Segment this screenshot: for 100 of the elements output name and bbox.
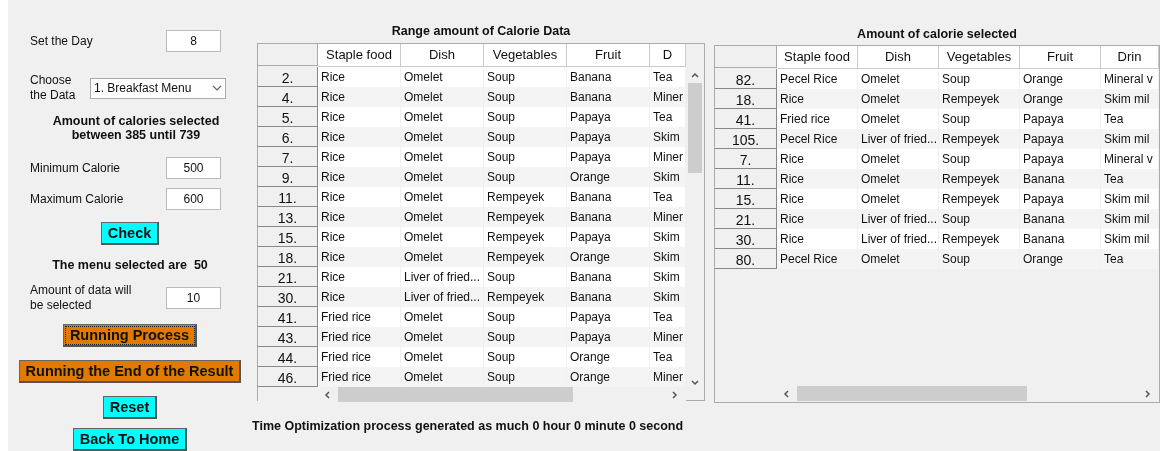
scroll-thumb[interactable] — [797, 386, 1027, 401]
table-cell: Rice — [318, 287, 401, 307]
table-cell: Banana — [567, 267, 650, 287]
table-cell: Rice — [318, 187, 401, 207]
table-cell: Omelet — [858, 169, 939, 189]
reset-button[interactable]: Reset — [102, 396, 158, 419]
run-process-button[interactable]: Running Process — [62, 324, 198, 347]
column-header[interactable]: Staple food — [318, 44, 401, 67]
table-title: Range amount of Calorie Data — [390, 24, 572, 38]
scroll-right-icon[interactable] — [670, 389, 680, 400]
table-cell: Tea — [650, 187, 686, 207]
scroll-left-icon[interactable] — [781, 388, 791, 399]
table-cell: Omelet — [858, 109, 939, 129]
number-field[interactable]: 500 — [166, 157, 221, 179]
number-field[interactable]: 8 — [166, 30, 221, 52]
table-cell: Orange — [567, 247, 650, 267]
table-cell: Omelet — [401, 127, 484, 147]
column-header[interactable]: Dish — [858, 46, 939, 69]
table-cell: Rempeyek — [484, 287, 567, 307]
scroll-thumb[interactable] — [688, 83, 702, 173]
table-cell: Soup — [484, 347, 567, 367]
table-cell: Rice — [318, 87, 401, 107]
table-cell: Papaya — [567, 227, 650, 247]
table-cell: Skim mil — [1101, 209, 1159, 229]
row-number: 21. — [715, 209, 777, 229]
table-cell: Papaya — [1020, 109, 1101, 129]
table-cell: Banana — [567, 87, 650, 107]
table-cell: Banana — [567, 287, 650, 307]
table-cell: Soup — [484, 167, 567, 187]
row-number: 6. — [258, 127, 318, 147]
column-header[interactable]: Dish — [401, 44, 484, 67]
run-result-button[interactable]: Running the End of the Result — [18, 360, 242, 383]
table-cell: Omelet — [401, 67, 484, 87]
scroll-right-icon[interactable] — [1143, 388, 1153, 399]
table-cell: Fried rice — [318, 307, 401, 327]
table-cell: Banana — [567, 207, 650, 227]
column-header[interactable]: Drin — [1101, 46, 1159, 69]
column-header[interactable]: Vegetables — [939, 46, 1020, 69]
column-header[interactable]: Staple food — [777, 46, 858, 69]
table-cell: Papaya — [567, 147, 650, 167]
row-number: 7. — [715, 149, 777, 169]
column-header[interactable]: Fruit — [567, 44, 650, 67]
table-cell: Rice — [318, 167, 401, 187]
table-cell: Orange — [567, 367, 650, 387]
table-cell: Tea — [650, 307, 686, 327]
check-button[interactable]: Check — [100, 222, 160, 245]
table-cell: Skim — [650, 287, 686, 307]
table-cell: Rice — [318, 67, 401, 87]
row-number: 15. — [715, 189, 777, 209]
column-header[interactable]: Fruit — [1020, 46, 1101, 69]
table-cell: Pecel Rice — [777, 69, 858, 89]
scroll-up-icon[interactable] — [690, 70, 700, 80]
table-cell: Skim — [650, 227, 686, 247]
chevron-down-icon — [212, 84, 222, 92]
row-number: 18. — [715, 89, 777, 109]
column-header[interactable]: Vegetables — [484, 44, 567, 67]
table-cell: Soup — [939, 69, 1020, 89]
row-number: 7. — [258, 147, 318, 167]
table-cell: Rice — [777, 209, 858, 229]
table-cell: Rice — [777, 149, 858, 169]
row-number: 9. — [258, 167, 318, 187]
row-number: 80. — [715, 249, 777, 269]
scroll-left-icon[interactable] — [322, 389, 332, 400]
table-cell: Omelet — [401, 247, 484, 267]
table-cell: Tea — [650, 107, 686, 127]
table-cell: Rice — [777, 229, 858, 249]
table-cell: Omelet — [858, 69, 939, 89]
table-cell: Rempeyek — [484, 187, 567, 207]
table-cell: Soup — [939, 249, 1020, 269]
table-cell: Omelet — [401, 327, 484, 347]
table-cell: Omelet — [401, 347, 484, 367]
table-cell: Omelet — [858, 189, 939, 209]
table-cell: Rempeyek — [939, 169, 1020, 189]
table-cell: Liver of fried... — [401, 267, 484, 287]
table-cell: Omelet — [401, 367, 484, 387]
menu-dropdown[interactable]: 1. Breakfast Menu — [90, 77, 226, 99]
table-cell: Orange — [1020, 69, 1101, 89]
table-cell: Soup — [484, 307, 567, 327]
table-cell: Omelet — [401, 107, 484, 127]
row-number: 46. — [258, 367, 318, 387]
status-text: Time Optimization process generated as much 0 hour 0 minute 0 second — [252, 419, 685, 433]
number-field[interactable]: 600 — [166, 188, 221, 210]
scroll-thumb[interactable] — [338, 387, 573, 402]
table-cell: Rice — [777, 89, 858, 109]
row-number: 43. — [258, 327, 318, 347]
number-field[interactable]: 10 — [166, 287, 221, 309]
horizontal-scrollbar[interactable] — [258, 387, 686, 402]
menu-count-text: The menu selected are 50 — [51, 258, 209, 272]
table-cell: Skim — [650, 127, 686, 147]
table-cell: Papaya — [567, 327, 650, 347]
table-cell: Soup — [484, 327, 567, 347]
scroll-down-icon[interactable] — [690, 377, 700, 387]
table-cell: Miner — [650, 87, 686, 107]
home-button[interactable]: Back To Home — [72, 428, 188, 451]
table-cell: Pecel Rice — [777, 249, 858, 269]
table-cell: Rice — [318, 247, 401, 267]
table-cell: Soup — [939, 109, 1020, 129]
table-cell: Soup — [939, 149, 1020, 169]
column-header[interactable]: D — [650, 44, 686, 67]
table-cell: Fried rice — [318, 367, 401, 387]
